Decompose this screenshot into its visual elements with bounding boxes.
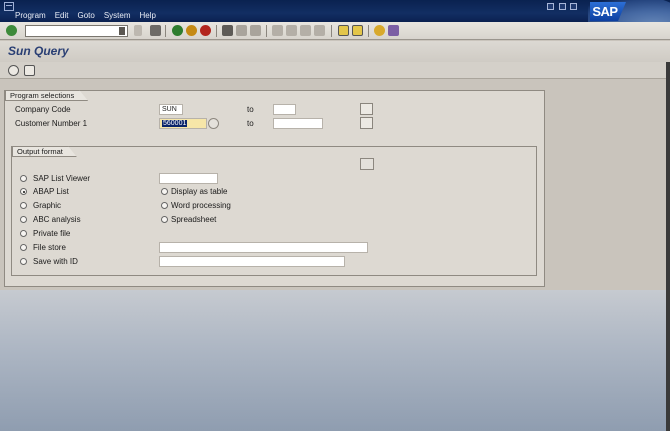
back-icon[interactable] [172, 25, 183, 36]
cancel-icon[interactable] [200, 25, 211, 36]
display-as-table-label: Display as table [171, 187, 228, 196]
spreadsheet-label: Spreadsheet [171, 215, 217, 224]
enter-icon[interactable] [6, 25, 17, 36]
execute-icon[interactable] [8, 65, 19, 76]
menu-edit[interactable]: Edit [55, 11, 69, 20]
sap-gui-window: Program Edit Goto System Help SAP Sun Qu… [0, 0, 670, 431]
company-code-multiple-selection-icon[interactable] [360, 103, 373, 115]
customer-number-search-help-icon[interactable] [208, 118, 219, 129]
radio-private-file[interactable] [20, 230, 27, 237]
toolbar-separator [368, 25, 369, 37]
menu-system[interactable]: System [104, 11, 131, 20]
menu-goto[interactable]: Goto [77, 11, 94, 20]
radio-save-with-id[interactable] [20, 258, 27, 265]
company-code-low-field[interactable]: SUN [159, 104, 183, 115]
radio-abc-analysis[interactable] [20, 216, 27, 223]
command-input[interactable] [26, 26, 118, 37]
standard-toolbar [0, 22, 670, 40]
sap-list-viewer-field[interactable] [159, 173, 218, 184]
window-edge [666, 62, 670, 431]
file-store-label: File store [33, 243, 66, 252]
program-selections-title: Program selections [5, 90, 88, 101]
output-format-title: Output format [12, 146, 77, 157]
shortcut-icon[interactable] [352, 25, 363, 36]
radio-spreadsheet[interactable] [161, 216, 168, 223]
toolbar-separator [165, 25, 166, 37]
save-with-id-label: Save with ID [33, 257, 78, 266]
toolbar-separator [216, 25, 217, 37]
customer-number-to-label: to [247, 119, 254, 128]
abap-list-label: ABAP List [33, 187, 69, 196]
customer-number-label: Customer Number 1 [15, 119, 88, 128]
page-title: Sun Query [8, 44, 69, 58]
first-page-icon[interactable] [272, 25, 283, 36]
layout-icon[interactable] [388, 25, 399, 36]
output-format-settings-button[interactable] [360, 158, 374, 170]
minimize-icon[interactable] [559, 3, 566, 10]
radio-file-store[interactable] [20, 244, 27, 251]
title-bar: Sun Query [0, 41, 670, 62]
next-page-icon[interactable] [300, 25, 311, 36]
system-menu-icon[interactable] [4, 2, 14, 11]
word-processing-label: Word processing [171, 201, 231, 210]
radio-abap-list[interactable] [20, 188, 27, 195]
radio-word-processing[interactable] [161, 202, 168, 209]
sap-list-viewer-label: SAP List Viewer [33, 174, 91, 183]
previous-page-icon[interactable] [286, 25, 297, 36]
radio-display-as-table[interactable] [161, 188, 168, 195]
application-toolbar [0, 62, 670, 79]
company-code-label: Company Code [15, 105, 71, 114]
file-store-field[interactable] [159, 242, 368, 253]
command-field[interactable] [25, 25, 128, 37]
menu-help[interactable]: Help [140, 11, 156, 20]
output-format-group: Output format SAP List Viewer ABAP List … [11, 146, 537, 276]
company-code-to-label: to [247, 105, 254, 114]
radio-sap-list-viewer[interactable] [20, 175, 27, 182]
command-history-icon[interactable] [119, 27, 125, 35]
empty-work-area [0, 290, 670, 431]
new-session-icon[interactable] [338, 25, 349, 36]
print-icon[interactable] [222, 25, 233, 36]
last-page-icon[interactable] [314, 25, 325, 36]
customer-number-low-value: 560001 [162, 120, 188, 127]
collapse-command-icon[interactable] [134, 25, 142, 36]
save-with-id-field[interactable] [159, 256, 345, 267]
abc-analysis-label: ABC analysis [33, 215, 81, 224]
customer-number-multiple-selection-icon[interactable] [360, 117, 373, 129]
save-icon[interactable] [150, 25, 161, 36]
toolbar-separator [266, 25, 267, 37]
customize-layout-icon[interactable] [547, 3, 554, 10]
graphic-label: Graphic [33, 201, 62, 210]
customer-number-high-field[interactable] [273, 118, 323, 129]
customer-number-low-field[interactable]: 560001 [159, 118, 207, 129]
menu-items: Program Edit Goto System Help [15, 11, 165, 20]
menu-bar: Program Edit Goto System Help SAP [0, 0, 670, 40]
program-selections-group: Program selections Company Code SUN to C… [4, 90, 545, 287]
private-file-label: Private file [33, 229, 71, 238]
close-icon[interactable] [570, 3, 577, 10]
find-icon[interactable] [236, 25, 247, 36]
menu-program[interactable]: Program [15, 11, 46, 20]
help-icon[interactable] [374, 25, 385, 36]
toolbar-separator [331, 25, 332, 37]
find-next-icon[interactable] [250, 25, 261, 36]
get-variant-icon[interactable] [24, 65, 35, 76]
radio-graphic[interactable] [20, 202, 27, 209]
exit-icon[interactable] [186, 25, 197, 36]
company-code-high-field[interactable] [273, 104, 296, 115]
